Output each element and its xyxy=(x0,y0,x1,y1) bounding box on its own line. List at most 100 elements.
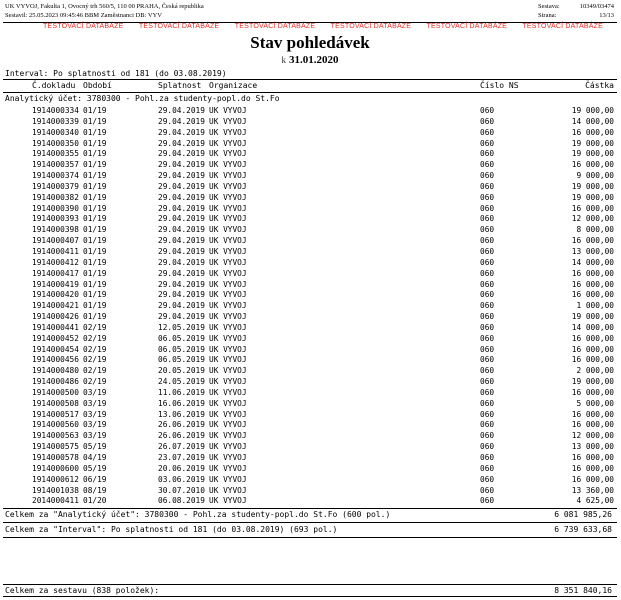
cell-doc-number: 1914000334 xyxy=(32,106,79,115)
cell-ns-number: 060 xyxy=(480,192,495,202)
cell-period: 06/19 xyxy=(83,474,107,484)
cell-amount: 16 000,00 xyxy=(571,463,614,473)
cell-due-date: 29.04.2019 xyxy=(158,290,205,300)
cell-period: 01/19 xyxy=(83,268,107,278)
cell-ns-number: 060 xyxy=(480,127,495,137)
cell-ns-number: 060 xyxy=(480,203,495,213)
cell-amount: 16 000,00 xyxy=(571,127,614,137)
cell-period: 01/19 xyxy=(83,138,107,148)
cell-amount: 13 000,00 xyxy=(571,246,614,256)
cell-doc-number: 1914000420 xyxy=(32,290,79,300)
cell-period: 01/19 xyxy=(83,181,107,191)
cell-doc-number: 1914000398 xyxy=(32,225,79,235)
cell-due-date: 20.05.2019 xyxy=(158,366,205,376)
table-row: 1914000421 01/19 29.04.2019 UK VYVOJ 060 1 00… xyxy=(3,301,617,312)
cell-due-date: 29.04.2019 xyxy=(158,192,205,202)
cell-amount: 19 000,00 xyxy=(571,377,614,387)
cell-due-date: 29.04.2019 xyxy=(158,279,205,289)
cell-doc-number: 1914000421 xyxy=(32,301,79,311)
cell-ns-number: 060 xyxy=(480,290,495,300)
divider xyxy=(3,584,617,585)
cell-ns-number: 060 xyxy=(480,463,495,473)
cell-organization: UK VYVOJ xyxy=(209,214,247,224)
cell-period: 01/19 xyxy=(83,203,107,213)
cell-period: 01/19 xyxy=(83,290,107,300)
table-row: 1914000563 03/19 26.06.2019 UK VYVOJ 060 12 0… xyxy=(3,431,617,442)
table-row: 1914000452 02/19 06.05.2019 UK VYVOJ 060 16 0… xyxy=(3,334,617,345)
divider xyxy=(3,92,617,93)
cell-amount: 9 000,00 xyxy=(576,171,614,181)
cell-ns-number: 060 xyxy=(480,279,495,289)
cell-amount: 19 000,00 xyxy=(571,181,614,191)
cell-due-date: 12.05.2019 xyxy=(158,322,205,332)
cell-doc-number: 1914000390 xyxy=(32,203,79,213)
cell-amount: 16 000,00 xyxy=(571,333,614,343)
cell-doc-number: 1914000350 xyxy=(32,138,79,148)
cell-period: 01/19 xyxy=(83,171,107,181)
cell-ns-number: 060 xyxy=(480,246,495,256)
cell-due-date: 16.06.2019 xyxy=(158,398,205,408)
table-row: 1914000398 01/19 29.04.2019 UK VYVOJ 060 8 00… xyxy=(3,225,617,236)
table-row: 1914000600 05/19 20.06.2019 UK VYVOJ 060 16 0… xyxy=(3,464,617,475)
cell-due-date: 06.05.2019 xyxy=(158,333,205,343)
cell-doc-number: 1914000612 xyxy=(32,474,79,484)
cell-organization: UK VYVOJ xyxy=(209,453,247,462)
receivables-table: 1914000334 01/19 29.04.2019 UK VYVOJ 060 19 0… xyxy=(3,106,617,507)
cell-organization: UK VYVOJ xyxy=(209,290,247,300)
cell-organization: UK VYVOJ xyxy=(209,333,247,343)
cell-period: 02/19 xyxy=(83,377,107,387)
cell-organization: UK VYVOJ xyxy=(209,279,247,289)
analytic-total-label: Celkem za "Analytický účet": 3780300 - P… xyxy=(5,510,391,519)
page-number-value: 13/13 xyxy=(599,12,614,19)
column-header-doc: Č.dokladu xyxy=(32,81,76,90)
cell-ns-number: 060 xyxy=(480,312,495,322)
cell-period: 02/19 xyxy=(83,344,107,354)
cell-ns-number: 060 xyxy=(480,257,495,267)
cell-doc-number: 1914000600 xyxy=(32,463,79,473)
cell-due-date: 24.05.2019 xyxy=(158,377,205,387)
table-row: 1914000340 01/19 29.04.2019 UK VYVOJ 060 16 0… xyxy=(3,128,617,139)
cell-doc-number: 1914000419 xyxy=(32,279,79,289)
table-row: 1914000578 04/19 23.07.2019 UK VYVOJ 060 16 0… xyxy=(3,453,617,464)
cell-doc-number: 1914000339 xyxy=(32,116,79,126)
cell-doc-number: 1914000355 xyxy=(32,149,79,159)
cell-doc-number: 1914000452 xyxy=(32,333,79,343)
cell-period: 01/19 xyxy=(83,192,107,202)
printed-by-line: Sestavil: 25.05.2023 09:45:46 BBM Zaměst… xyxy=(5,12,162,19)
table-row: 1914000441 02/19 12.05.2019 UK VYVOJ 060 14 0… xyxy=(3,323,617,334)
cell-organization: UK VYVOJ xyxy=(209,116,247,126)
cell-due-date: 06.08.2019 xyxy=(158,496,205,506)
cell-doc-number: 1914000411 xyxy=(32,246,79,256)
cell-period: 05/19 xyxy=(83,442,107,452)
banner-text: TESTOVACÍ DATABÁZE xyxy=(330,23,412,30)
cell-period: 01/19 xyxy=(83,312,107,322)
cell-amount: 19 000,00 xyxy=(571,106,614,115)
cell-organization: UK VYVOJ xyxy=(209,387,247,397)
table-row: 1914000357 01/19 29.04.2019 UK VYVOJ 060 16 0… xyxy=(3,160,617,171)
cell-doc-number: 1914000560 xyxy=(32,420,79,430)
cell-period: 01/19 xyxy=(83,149,107,159)
table-row: 1914000454 02/19 06.05.2019 UK VYVOJ 060 16 0… xyxy=(3,345,617,356)
banner-text: TESTOVACÍ DATABÁZE xyxy=(522,23,603,30)
table-row: 1914000508 03/19 16.06.2019 UK VYVOJ 060 5 00… xyxy=(3,399,617,410)
cell-organization: UK VYVOJ xyxy=(209,138,247,148)
cell-organization: UK VYVOJ xyxy=(209,474,247,484)
date-value: 31.01.2020 xyxy=(289,54,339,66)
cell-amount: 16 000,00 xyxy=(571,355,614,365)
cell-organization: UK VYVOJ xyxy=(209,496,247,506)
cell-doc-number: 1914000340 xyxy=(32,127,79,137)
table-row: 1914000500 03/19 11.06.2019 UK VYVOJ 060 16 0… xyxy=(3,388,617,399)
table-row: 1914000355 01/19 29.04.2019 UK VYVOJ 060 19 0… xyxy=(3,149,617,160)
table-row: 1914000419 01/19 29.04.2019 UK VYVOJ 060 16 0… xyxy=(3,280,617,291)
table-row: 1914000411 01/19 29.04.2019 UK VYVOJ 060 13 0… xyxy=(3,247,617,258)
cell-organization: UK VYVOJ xyxy=(209,366,247,376)
report-header: UK VYVOJ, Fakulta 1, Ovocný trh 560/5, 1… xyxy=(3,2,617,23)
cell-doc-number: 1914000454 xyxy=(32,344,79,354)
cell-amount: 14 000,00 xyxy=(571,322,614,332)
table-row: 1914000407 01/19 29.04.2019 UK VYVOJ 060 16 0… xyxy=(3,236,617,247)
cell-due-date: 06.05.2019 xyxy=(158,344,205,354)
cell-ns-number: 060 xyxy=(480,214,495,224)
cell-ns-number: 060 xyxy=(480,431,495,441)
cell-amount: 16 000,00 xyxy=(571,344,614,354)
cell-amount: 16 000,00 xyxy=(571,420,614,430)
